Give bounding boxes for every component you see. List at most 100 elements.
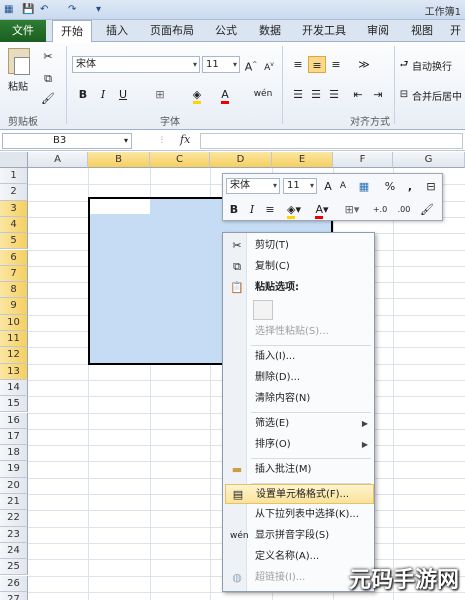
paste-button-label[interactable]: 粘贴 <box>8 78 28 93</box>
row-header-23[interactable]: 23 <box>0 526 28 543</box>
row-header-16[interactable]: 16 <box>0 412 28 429</box>
align-middle-icon[interactable]: ≡ <box>308 56 326 73</box>
fill-color-icon[interactable]: ◈ <box>188 86 206 104</box>
menu-item-format-cells[interactable]: ▤ 设置单元格格式(F)... <box>225 484 374 504</box>
wrap-text-icon[interactable]: ⮐ <box>398 56 410 73</box>
merge-icon[interactable]: ⊟ <box>423 178 439 195</box>
cut-icon[interactable]: ✂ <box>40 48 56 65</box>
chevron-down-icon[interactable]: ▾ <box>310 179 314 193</box>
paste-icon[interactable] <box>8 48 30 75</box>
fill-color-icon[interactable]: ◈▾ <box>283 201 305 219</box>
save-icon[interactable]: 💾 <box>22 3 34 17</box>
merge-center-icon[interactable]: ⊟ <box>398 86 410 103</box>
align-bottom-icon[interactable]: ≡ <box>328 56 344 73</box>
select-all-corner[interactable] <box>0 152 28 168</box>
tab-home[interactable]: 开始 <box>52 20 92 43</box>
formula-input[interactable] <box>200 133 463 149</box>
tab-review[interactable]: 审阅 <box>360 20 396 42</box>
chevron-down-icon[interactable]: ▾ <box>124 134 128 148</box>
row-header-17[interactable]: 17 <box>0 428 28 446</box>
customize-quick-access-icon[interactable]: ▾ <box>96 3 101 17</box>
row-header-12[interactable]: 12 <box>0 347 28 364</box>
bold-icon[interactable]: B <box>227 201 241 218</box>
accounting-format-icon[interactable]: ▦ <box>353 178 375 195</box>
underline-icon[interactable]: U <box>116 86 130 103</box>
column-header-a[interactable]: A <box>28 152 88 168</box>
row-header-9[interactable]: 9 <box>0 298 28 315</box>
name-box[interactable]: B3 ▾ <box>2 133 132 149</box>
tab-file[interactable]: 文件 <box>0 20 46 42</box>
row-header-13[interactable]: 13 <box>0 363 28 380</box>
row-header-7[interactable]: 7 <box>0 265 28 283</box>
font-name-combo[interactable]: 宋体 ▾ <box>72 56 200 73</box>
copy-icon[interactable]: ⧉ <box>40 70 56 87</box>
row-header-24[interactable]: 24 <box>0 542 28 560</box>
font-color-icon[interactable]: A <box>216 86 234 104</box>
tab-developer[interactable]: 开发工具 <box>296 20 352 42</box>
menu-item-paste-special[interactable]: 选择性粘贴(S)... <box>225 322 374 342</box>
column-header-g[interactable]: G <box>393 152 465 168</box>
shrink-font-icon[interactable]: A <box>337 178 349 195</box>
increase-decimal-icon[interactable]: +.0 <box>369 201 391 218</box>
column-header-c[interactable]: C <box>150 152 210 168</box>
redo-icon[interactable]: ↷ <box>68 3 76 17</box>
column-header-e[interactable]: E <box>272 152 333 168</box>
row-header-15[interactable]: 15 <box>0 396 28 413</box>
shrink-font-icon[interactable]: Av <box>262 56 276 73</box>
menu-item-delete[interactable]: 删除(D)... <box>225 368 374 388</box>
row-header-19[interactable]: 19 <box>0 461 28 478</box>
menu-item-show-phonetic[interactable]: wén 显示拼音字段(S) <box>225 526 374 546</box>
column-header-b[interactable]: B <box>88 152 150 168</box>
increase-indent-icon[interactable]: ⇥ <box>370 86 386 103</box>
row-header-1[interactable]: 1 <box>0 168 28 185</box>
menu-item-filter[interactable]: 筛选(E) ▶ <box>225 414 374 434</box>
align-center-icon[interactable]: ☰ <box>308 86 324 103</box>
row-header-8[interactable]: 8 <box>0 282 28 299</box>
chevron-down-icon[interactable]: ▾ <box>233 57 237 72</box>
tab-view[interactable]: 视图 <box>404 20 440 42</box>
menu-item-sort[interactable]: 排序(O) ▶ <box>225 435 374 455</box>
align-left-icon[interactable]: ☰ <box>290 86 306 103</box>
format-painter-icon[interactable]: 🖌 <box>419 201 435 218</box>
column-header-f[interactable]: F <box>333 152 393 168</box>
column-header-d[interactable]: D <box>210 152 272 168</box>
row-header-5[interactable]: 5 <box>0 233 28 250</box>
row-header-10[interactable]: 10 <box>0 314 28 331</box>
phonetic-guide-icon[interactable]: wén <box>252 86 274 103</box>
format-painter-icon[interactable]: 🖌 <box>40 90 56 107</box>
row-header-25[interactable]: 25 <box>0 559 28 576</box>
orientation-icon[interactable]: ≫ <box>354 56 374 73</box>
chevron-down-icon[interactable]: ▾ <box>273 179 277 193</box>
paste-option-button[interactable] <box>253 300 273 320</box>
chevron-down-icon[interactable]: ▾ <box>193 57 197 72</box>
menu-item-insert[interactable]: 插入(I)... <box>225 347 374 367</box>
menu-item-copy[interactable]: ⧉ 复制(C) <box>225 257 374 277</box>
row-header-14[interactable]: 14 <box>0 379 28 397</box>
borders-icon[interactable]: ⊞ <box>150 86 170 103</box>
italic-icon[interactable]: I <box>96 86 110 103</box>
row-header-26[interactable]: 26 <box>0 575 28 592</box>
row-header-4[interactable]: 4 <box>0 216 28 234</box>
undo-icon[interactable]: ↶ <box>40 3 48 17</box>
row-header-11[interactable]: 11 <box>0 331 28 348</box>
menu-item-insert-comment[interactable]: ▬ 插入批注(M) <box>225 460 374 480</box>
row-header-27[interactable]: 27 <box>0 591 28 600</box>
merge-center-button[interactable]: 合并后居中 <box>412 88 462 103</box>
wrap-text-button[interactable]: 自动换行 <box>412 58 452 73</box>
row-header-22[interactable]: 22 <box>0 510 28 527</box>
menu-item-cut[interactable]: ✂ 剪切(T) <box>225 236 374 256</box>
row-header-20[interactable]: 20 <box>0 477 28 494</box>
row-header-18[interactable]: 18 <box>0 445 28 462</box>
menu-item-pick-from-list[interactable]: 从下拉列表中选择(K)... <box>225 505 374 525</box>
mini-font-size-combo[interactable]: 11 ▾ <box>283 178 317 194</box>
bold-icon[interactable]: B <box>76 86 90 103</box>
tab-page-layout[interactable]: 页面布局 <box>142 20 202 42</box>
italic-icon[interactable]: I <box>245 201 259 218</box>
row-header-3[interactable]: 3 <box>0 200 28 217</box>
tab-more[interactable]: 开 <box>446 20 465 42</box>
tab-formulas[interactable]: 公式 <box>208 20 244 42</box>
decrease-decimal-icon[interactable]: .00 <box>393 201 415 218</box>
grow-font-icon[interactable]: A^ <box>244 56 258 74</box>
row-header-21[interactable]: 21 <box>0 494 28 511</box>
center-align-icon[interactable]: ≡ <box>263 201 277 218</box>
